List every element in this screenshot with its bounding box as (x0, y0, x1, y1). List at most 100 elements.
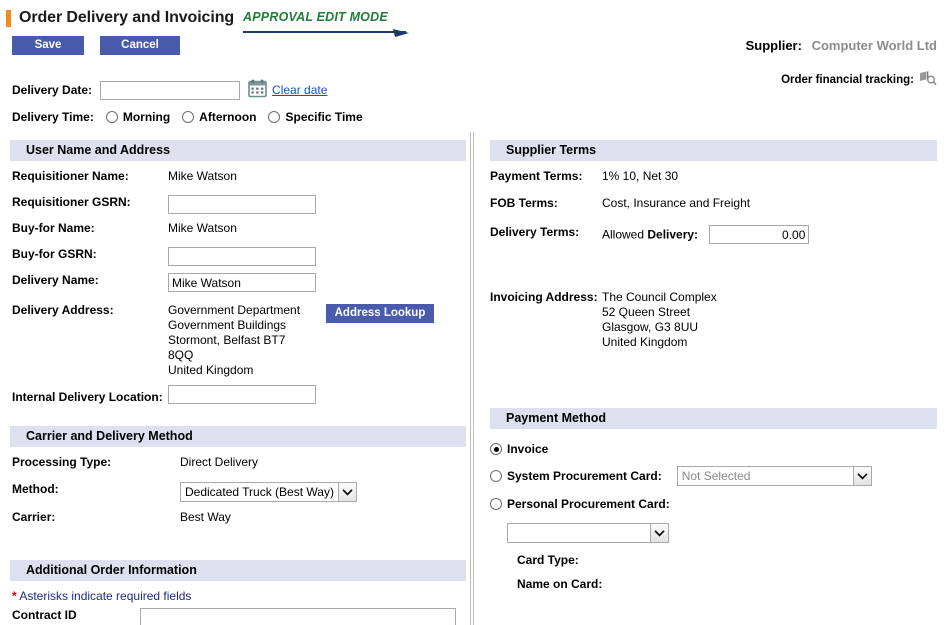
allowed-delivery-label-bold: Delivery: (647, 227, 699, 242)
title-accent-bar (6, 9, 11, 27)
buy-for-name-row: Buy-for Name: Mike Watson (12, 221, 434, 247)
payment-terms-row: Payment Terms: 1% 10, Net 30 (490, 169, 809, 196)
delivery-address-line: United Kingdom (168, 363, 254, 377)
supplier-terms-heading: Supplier Terms (490, 140, 937, 161)
delivery-name-row: Delivery Name: (12, 273, 434, 299)
method-label: Method: (12, 482, 59, 496)
user-name-address-heading: User Name and Address (10, 140, 466, 161)
delivery-address-line: Stormont, Belfast BT7 (168, 333, 286, 347)
delivery-name-input[interactable] (168, 273, 316, 292)
payment-terms-value: 1% 10, Net 30 (602, 169, 679, 183)
delivery-address-row: Delivery Address: Government Department … (12, 299, 434, 378)
cancel-button[interactable]: Cancel (100, 36, 180, 55)
radio-personal-procurement-card-label: Personal Procurement Card: (507, 497, 670, 511)
chevron-down-icon (852, 467, 871, 485)
fob-terms-value: Cost, Insurance and Freight (602, 196, 751, 210)
user-name-address-form: Requisitioner Name: Mike Watson Requisit… (12, 169, 434, 408)
delivery-terms-label: Delivery Terms: (490, 225, 580, 239)
radio-system-procurement-card[interactable] (490, 470, 502, 482)
invoicing-address-line: United Kingdom (602, 335, 688, 349)
delivery-time-label: Delivery Time: (12, 110, 94, 124)
required-fields-note: * Asterisks indicate required fields (0, 589, 470, 603)
radio-specific-time[interactable] (268, 111, 281, 123)
delivery-date-label: Delivery Date: (12, 83, 93, 97)
requisitioner-gsrn-input[interactable] (168, 195, 316, 214)
delivery-address-line: Government Department (168, 303, 301, 317)
save-button[interactable]: Save (12, 36, 84, 55)
delivery-address-label: Delivery Address: (12, 303, 114, 317)
invoicing-address-line: Glasgow, G3 8UU (602, 320, 699, 334)
internal-delivery-location-input[interactable] (168, 385, 316, 404)
personal-procurement-card-select-value (508, 524, 650, 542)
system-procurement-card-select-value: Not Selected (681, 469, 751, 483)
left-column: User Name and Address Requisitioner Name… (0, 140, 470, 625)
buy-for-gsrn-input[interactable] (168, 247, 316, 266)
approval-arrow-icon (243, 28, 410, 37)
right-column: Supplier Terms Payment Terms: 1% 10, Net… (480, 140, 945, 591)
radio-morning[interactable] (105, 111, 118, 123)
delivery-address-value: Government Department Government Buildin… (168, 299, 316, 378)
delivery-time-option-morning[interactable]: Morning (105, 110, 171, 124)
approval-edit-mode-badge: APPROVAL EDIT MODE (243, 9, 410, 37)
system-procurement-card-select[interactable]: Not Selected (676, 466, 872, 486)
carrier-delivery-method-form: Processing Type: Direct Delivery Method:… (12, 455, 357, 538)
required-asterisk: * (12, 589, 17, 603)
delivery-date-input[interactable] (100, 80, 241, 100)
calendar-icon[interactable] (248, 79, 267, 101)
title-bar: Order Delivery and Invoicing APPROVAL ED… (0, 6, 410, 37)
card-type-row: Card Type: (517, 553, 945, 567)
payment-terms-label: Payment Terms: (490, 169, 583, 183)
payment-option-invoice[interactable]: Invoice (490, 437, 945, 461)
supplier-terms-form: Payment Terms: 1% 10, Net 30 FOB Terms: … (490, 169, 810, 350)
payment-option-personal-procurement-card[interactable]: Personal Procurement Card: (490, 491, 945, 517)
delivery-time-option-specific-time[interactable]: Specific Time (268, 110, 363, 124)
contract-id-input[interactable] (140, 608, 456, 625)
order-financial-tracking[interactable]: Order financial tracking: (781, 70, 937, 89)
clear-date-link[interactable]: Clear date (272, 83, 327, 97)
invoicing-address-line: 52 Queen Street (602, 305, 691, 319)
delivery-address-line: Government Buildings (168, 318, 287, 332)
supplier-name: Computer World Ltd (811, 38, 937, 53)
payment-option-system-procurement-card[interactable]: System Procurement Card: Not Selected (490, 461, 945, 491)
radio-afternoon[interactable] (182, 111, 195, 123)
card-type-label: Card Type: (517, 553, 579, 567)
method-select-value: Dedicated Truck (Best Way) (185, 485, 334, 499)
carrier-label: Carrier: (12, 510, 56, 524)
delivery-name-label: Delivery Name: (12, 273, 99, 287)
personal-card-details: Card Type: Name on Card: (507, 523, 945, 591)
radio-system-procurement-card-label: System Procurement Card: (507, 469, 662, 483)
allowed-delivery-input[interactable] (709, 225, 810, 244)
personal-procurement-card-select[interactable] (507, 523, 669, 543)
radio-afternoon-label: Afternoon (199, 110, 257, 124)
additional-order-information-heading: Additional Order Information (10, 560, 466, 581)
carrier-value: Best Way (180, 510, 231, 524)
delivery-date-row: Delivery Date: Clear date (12, 79, 327, 101)
invoicing-address-label: Invoicing Address: (490, 290, 598, 304)
contract-id-label: Contract ID (12, 608, 77, 622)
address-lookup-button[interactable]: Address Lookup (326, 304, 434, 323)
document-search-icon[interactable] (919, 70, 937, 89)
approval-edit-mode-label: APPROVAL EDIT MODE (243, 9, 388, 24)
supplier-info: Supplier: Computer World Ltd (746, 38, 937, 53)
invoicing-address-value: The Council Complex 52 Queen Street Glas… (602, 255, 809, 350)
fob-terms-label: FOB Terms: (490, 196, 558, 210)
column-divider (470, 132, 474, 625)
requisitioner-name-row: Requisitioner Name: Mike Watson (12, 169, 434, 195)
buy-for-name-label: Buy-for Name: (12, 221, 95, 235)
invoicing-address-row: Invoicing Address: The Council Complex 5… (490, 255, 809, 350)
delivery-time-option-afternoon[interactable]: Afternoon (182, 110, 256, 124)
required-fields-note-text: Asterisks indicate required fields (19, 589, 192, 603)
internal-delivery-location-row: Internal Delivery Location: (12, 378, 434, 408)
invoicing-address-line: The Council Complex (602, 290, 717, 304)
buy-for-gsrn-row: Buy-for GSRN: (12, 247, 434, 273)
radio-personal-procurement-card[interactable] (490, 498, 502, 510)
requisitioner-gsrn-row: Requisitioner GSRN: (12, 195, 434, 221)
requisitioner-name-label: Requisitioner Name: (12, 169, 129, 183)
method-select[interactable]: Dedicated Truck (Best Way) (180, 482, 357, 502)
radio-invoice-label: Invoice (507, 442, 549, 456)
chevron-down-icon (650, 524, 668, 542)
radio-morning-label: Morning (122, 110, 171, 124)
payment-method-options: Invoice System Procurement Card: Not Sel… (490, 437, 945, 591)
carrier-delivery-method-heading: Carrier and Delivery Method (10, 426, 466, 447)
radio-invoice[interactable] (490, 443, 502, 455)
